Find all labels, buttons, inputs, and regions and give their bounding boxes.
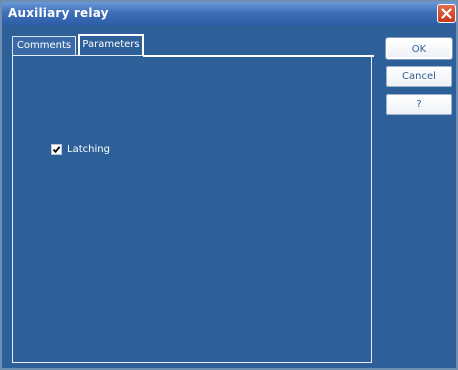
help-button[interactable]: ?	[386, 94, 452, 115]
panel-top-border	[143, 55, 374, 57]
title-bar[interactable]: Auxiliary relay	[2, 2, 456, 26]
window-title: Auxiliary relay	[8, 6, 109, 20]
close-button[interactable]	[437, 4, 456, 23]
parameters-panel: Latching	[12, 55, 374, 363]
checkmark-icon	[52, 146, 61, 154]
latching-option: Latching	[51, 144, 110, 155]
close-icon	[441, 8, 452, 19]
cancel-button[interactable]: Cancel	[386, 66, 452, 87]
tab-parameters[interactable]: Parameters	[78, 34, 144, 56]
latching-checkbox[interactable]	[51, 144, 62, 155]
dialog-window: Auxiliary relay Comments Parameters Latc…	[0, 0, 458, 370]
latching-label: Latching	[67, 144, 110, 155]
tab-comments[interactable]: Comments	[12, 36, 76, 56]
ok-button[interactable]: OK	[385, 37, 453, 60]
